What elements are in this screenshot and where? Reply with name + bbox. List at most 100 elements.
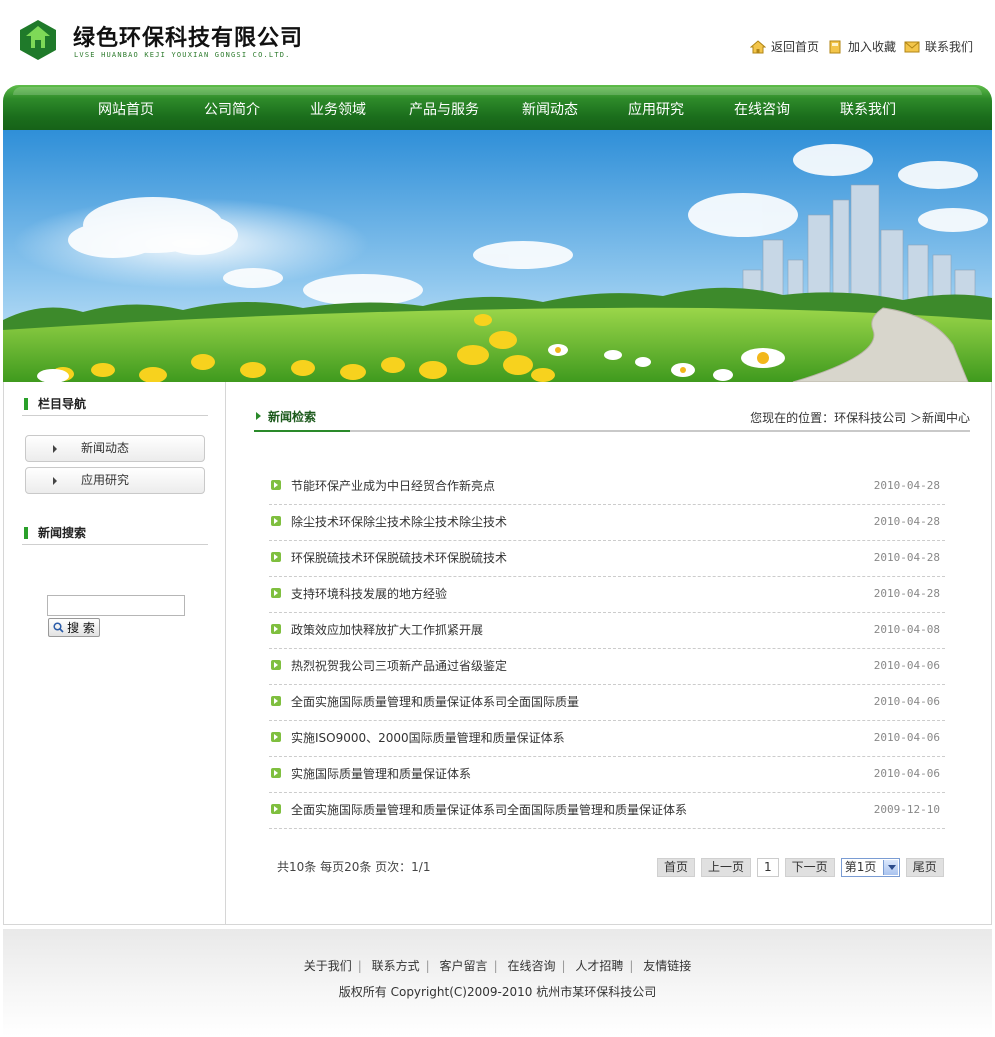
sidebar-search-heading: 新闻搜索 xyxy=(22,523,208,545)
news-title[interactable]: 热烈祝贺我公司三项新产品通过省级鉴定 xyxy=(291,657,507,674)
news-item[interactable]: 热烈祝贺我公司三项新产品通过省级鉴定 2010-04-06 xyxy=(269,649,945,685)
banner-landscape-image xyxy=(3,130,992,382)
prev-page-button[interactable]: 上一页 xyxy=(701,858,752,877)
header: 绿色环保科技有限公司 LVSE HUANBAO KEJI YOUXIAN GON… xyxy=(0,0,995,85)
sidebar-item-news[interactable]: 新闻动态 xyxy=(25,435,205,462)
news-date: 2010-04-28 xyxy=(873,515,940,528)
news-title[interactable]: 实施国际质量管理和质量保证体系 xyxy=(291,765,471,782)
news-item[interactable]: 除尘技术环保除尘技术除尘技术除尘技术 2010-04-28 xyxy=(269,505,945,541)
news-item[interactable]: 全面实施国际质量管理和质量保证体系司全面国际质量管理和质量保证体系 2009-12… xyxy=(269,793,945,829)
news-title[interactable]: 环保脱硫技术环保脱硫技术环保脱硫技术 xyxy=(291,549,507,566)
section-title: 新闻检索 xyxy=(254,405,350,432)
sidebar-item-news-label: 新闻动态 xyxy=(81,441,130,455)
bullet-icon xyxy=(271,804,281,814)
nav-item-business[interactable]: 业务领域 xyxy=(310,99,366,119)
pagination: 首页 上一页 1 下一页 第1页 尾页 xyxy=(657,858,944,877)
footer-separator: | xyxy=(629,959,634,973)
news-title[interactable]: 节能环保产业成为中日经贸合作新亮点 xyxy=(291,477,495,494)
news-item[interactable]: 实施国际质量管理和质量保证体系 2010-04-06 xyxy=(269,757,945,793)
top-link-home[interactable]: 返回首页 xyxy=(749,38,819,55)
chevron-down-icon xyxy=(882,860,898,875)
news-title[interactable]: 全面实施国际质量管理和质量保证体系司全面国际质量 xyxy=(291,693,579,710)
news-date: 2010-04-28 xyxy=(873,479,940,492)
news-item[interactable]: 全面实施国际质量管理和质量保证体系司全面国际质量 2010-04-06 xyxy=(269,685,945,721)
bullet-icon xyxy=(271,660,281,670)
bullet-icon xyxy=(271,516,281,526)
arrow-right-icon xyxy=(53,477,57,485)
news-item[interactable]: 支持环境科技发展的地方经验 2010-04-28 xyxy=(269,577,945,613)
news-date: 2010-04-06 xyxy=(873,731,940,744)
main-content: 新闻检索 您现在的位置：环保科技公司 ＞新闻中心 节能环保产业成为中日经贸合作新… xyxy=(227,382,991,924)
top-link-home-label: 返回首页 xyxy=(770,40,819,54)
footer-link-consult[interactable]: 在线咨询 xyxy=(507,959,555,973)
news-title[interactable]: 政策效应加快释放扩大工作抓紧开展 xyxy=(291,621,483,638)
news-title[interactable]: 实施ISO9000、2000国际质量管理和质量保证体系 xyxy=(291,729,565,746)
footer-link-jobs[interactable]: 人才招聘 xyxy=(575,959,623,973)
sidebar-item-research-label: 应用研究 xyxy=(81,473,130,487)
top-link-favorite-label: 加入收藏 xyxy=(847,40,896,54)
footer-links: 关于我们 | 联系方式 | 客户留言 | 在线咨询 | 人才招聘 | 友情链接 xyxy=(3,957,992,974)
news-title[interactable]: 全面实施国际质量管理和质量保证体系司全面国际质量管理和质量保证体系 xyxy=(291,801,687,818)
footer-link-friends[interactable]: 友情链接 xyxy=(643,959,691,973)
search-input[interactable] xyxy=(47,595,185,616)
pager-info: 共10条 每页20条 页次：1/1 xyxy=(277,860,431,874)
copyright: 版权所有 Copyright(C)2009-2010 杭州市某环保科技公司 xyxy=(338,985,657,999)
nav-item-about[interactable]: 公司简介 xyxy=(204,99,260,119)
news-date: 2010-04-06 xyxy=(873,695,940,708)
news-list: 节能环保产业成为中日经贸合作新亮点 2010-04-28 除尘技术环保除尘技术除尘… xyxy=(269,469,945,829)
first-page-button[interactable]: 首页 xyxy=(657,858,696,877)
nav-item-research[interactable]: 应用研究 xyxy=(628,99,684,119)
current-page-number[interactable]: 1 xyxy=(757,858,779,877)
footer-link-about[interactable]: 关于我们 xyxy=(304,959,352,973)
news-item[interactable]: 环保脱硫技术环保脱硫技术环保脱硫技术 2010-04-28 xyxy=(269,541,945,577)
sidebar-nav-title: 栏目导航 xyxy=(38,397,87,411)
news-item[interactable]: 节能环保产业成为中日经贸合作新亮点 2010-04-28 xyxy=(269,469,945,505)
page-select-value: 第1页 xyxy=(844,860,877,874)
home-icon xyxy=(749,39,766,53)
footer-link-message[interactable]: 客户留言 xyxy=(440,959,488,973)
sidebar-search-title: 新闻搜索 xyxy=(38,526,87,540)
footer-separator: | xyxy=(561,959,566,973)
search-icon xyxy=(53,622,64,633)
top-links: 返回首页 加入收藏 联系我们 xyxy=(749,38,973,55)
main-nav: 网站首页 公司简介 业务领域 产品与服务 新闻动态 应用研究 在线咨询 联系我们 xyxy=(3,85,992,130)
news-date: 2010-04-06 xyxy=(873,767,940,780)
footer-separator: | xyxy=(425,959,430,973)
sidebar-nav-heading: 栏目导航 xyxy=(22,394,208,416)
top-link-contact[interactable]: 联系我们 xyxy=(904,38,973,55)
bullet-icon xyxy=(271,696,281,706)
footer-link-contact[interactable]: 联系方式 xyxy=(372,959,420,973)
nav-item-news[interactable]: 新闻动态 xyxy=(522,99,578,119)
nav-item-contact[interactable]: 联系我们 xyxy=(840,99,896,119)
nav-item-consult[interactable]: 在线咨询 xyxy=(734,99,790,119)
heading-marker-icon xyxy=(24,398,28,410)
search-button[interactable]: 搜 索 xyxy=(48,618,100,637)
news-date: 2010-04-08 xyxy=(873,623,940,636)
sidebar: 栏目导航 新闻动态 应用研究 新闻搜索 搜 索 xyxy=(4,382,226,924)
next-page-button[interactable]: 下一页 xyxy=(784,858,835,877)
favorite-icon xyxy=(829,40,841,53)
nav-item-home[interactable]: 网站首页 xyxy=(98,99,154,119)
last-page-button[interactable]: 尾页 xyxy=(905,858,944,877)
bullet-icon xyxy=(271,768,281,778)
news-date: 2010-04-06 xyxy=(873,659,940,672)
news-title[interactable]: 除尘技术环保除尘技术除尘技术除尘技术 xyxy=(291,513,507,530)
bullet-icon xyxy=(271,588,281,598)
company-subtitle: LVSE HUANBAO KEJI YOUXIAN GONGSI CO.LTD. xyxy=(74,51,291,59)
footer-separator: | xyxy=(357,959,362,973)
logo-house-icon xyxy=(20,20,56,60)
arrow-right-icon xyxy=(53,445,57,453)
news-item[interactable]: 实施ISO9000、2000国际质量管理和质量保证体系 2010-04-06 xyxy=(269,721,945,757)
bullet-icon xyxy=(271,732,281,742)
news-item[interactable]: 政策效应加快释放扩大工作抓紧开展 2010-04-08 xyxy=(269,613,945,649)
breadcrumb: 您现在的位置：环保科技公司 ＞新闻中心 xyxy=(750,411,970,425)
nav-item-products[interactable]: 产品与服务 xyxy=(409,99,479,119)
page-select[interactable]: 第1页 xyxy=(840,858,900,877)
sidebar-item-research[interactable]: 应用研究 xyxy=(25,467,205,494)
section-title-label: 新闻检索 xyxy=(268,410,317,424)
news-date: 2010-04-28 xyxy=(873,587,940,600)
news-title[interactable]: 支持环境科技发展的地方经验 xyxy=(291,585,447,602)
top-link-favorite[interactable]: 加入收藏 xyxy=(827,38,896,55)
heading-marker-icon xyxy=(24,527,28,539)
search-button-label: 搜 索 xyxy=(67,621,95,635)
